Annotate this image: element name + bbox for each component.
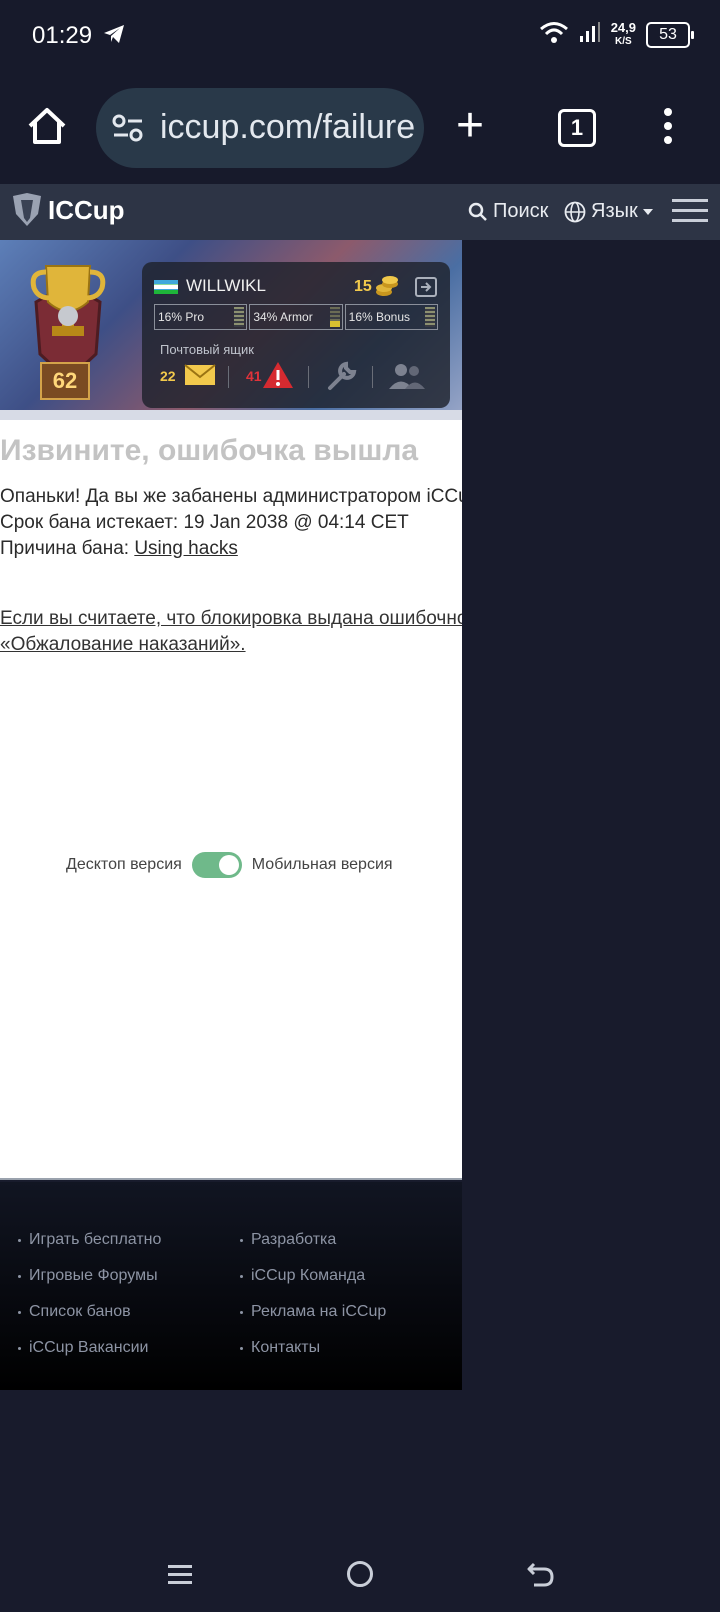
url-bar[interactable]: iccup.com/failure	[96, 88, 424, 168]
logo-text: ICCup	[48, 194, 125, 225]
warning-icon[interactable]	[262, 360, 294, 395]
stat-bonus-bar	[424, 307, 435, 327]
speed-value: 24,9	[610, 19, 636, 35]
home-icon[interactable]	[26, 106, 68, 151]
footer-link-label[interactable]: Играть бесплатно	[29, 1231, 161, 1249]
wrench-icon[interactable]	[326, 360, 358, 397]
version-switch: Десктоп версия Мобильная версия	[66, 852, 393, 878]
profile-banner: 62 WILLWIKL 15 16% Pro 34% Armor 16% Bon…	[0, 240, 462, 420]
divider	[228, 366, 229, 388]
footer-link[interactable]: Контакты	[240, 1330, 386, 1366]
browser-toolbar: iccup.com/failure + 1	[0, 72, 720, 184]
signal-icon	[579, 21, 601, 48]
user-panel: WILLWIKL 15 16% Pro 34% Armor 16% Bonus …	[142, 262, 450, 408]
overflow-menu-icon[interactable]	[662, 106, 674, 151]
uzbekistan-flag-icon	[154, 280, 178, 294]
footer-column-1: Играть бесплатно Игровые Форумы Список б…	[18, 1222, 161, 1366]
stat-armor-label: 34% Armor	[253, 310, 313, 324]
site-footer: Играть бесплатно Игровые Форумы Список б…	[0, 1182, 462, 1390]
stat-pro-label: 16% Pro	[158, 310, 205, 324]
page-content: 62 WILLWIKL 15 16% Pro 34% Armor 16% Bon…	[0, 240, 462, 1180]
footer-link[interactable]: iCCup Вакансии	[18, 1330, 161, 1366]
iccup-emblem-icon	[13, 193, 41, 226]
footer-link-label[interactable]: iCCup Вакансии	[29, 1339, 148, 1357]
url-text[interactable]: iccup.com/failure	[160, 108, 415, 147]
mail-count[interactable]: 22	[160, 368, 176, 384]
speed-unit: K/S	[615, 35, 632, 47]
footer-link[interactable]: Играть бесплатно	[18, 1222, 161, 1258]
site-logo[interactable]: ICCup	[10, 192, 125, 228]
divider	[308, 366, 309, 388]
search-link[interactable]: Поиск	[468, 200, 548, 223]
version-toggle[interactable]	[191, 852, 242, 878]
ban-reason-label: Причина бана:	[0, 538, 130, 559]
appeal-link[interactable]: Если вы считаете, что блокировка выдана …	[0, 606, 462, 658]
back-icon[interactable]	[526, 1560, 554, 1593]
logout-icon[interactable]	[414, 276, 438, 303]
language-selector[interactable]: Язык	[564, 200, 653, 223]
site-settings-icon[interactable]	[112, 114, 144, 147]
stat-armor: 34% Armor	[249, 304, 343, 330]
mailbox-label: Почтовый ящик	[160, 342, 254, 357]
search-icon	[468, 202, 487, 221]
friends-icon[interactable]	[388, 362, 426, 395]
search-label: Поиск	[493, 200, 549, 222]
recent-apps-icon[interactable]	[166, 1560, 194, 1593]
appeal-line-2[interactable]: «Обжалование наказаний».	[0, 634, 246, 655]
stats-row: 16% Pro 34% Armor 16% Bonus	[154, 304, 438, 330]
footer-link-label[interactable]: Контакты	[251, 1339, 320, 1357]
ban-reason-link[interactable]: Using hacks	[134, 538, 238, 559]
new-tab-icon[interactable]: +	[456, 102, 484, 150]
clock: 01:29	[32, 22, 93, 49]
ban-message: Опаньки! Да вы же забанены администратор…	[0, 486, 462, 507]
warnings-count[interactable]: 41	[246, 368, 262, 384]
stat-pro: 16% Pro	[154, 304, 248, 330]
coin-count: 15	[354, 278, 372, 295]
stat-pro-bar	[234, 307, 245, 327]
footer-link-label[interactable]: Разработка	[251, 1231, 336, 1249]
footer-link[interactable]: iCCup Команда	[240, 1258, 386, 1294]
envelope-icon[interactable]	[184, 364, 216, 391]
site-header: ICCup Поиск Язык	[0, 184, 720, 240]
stat-bonus-label: 16% Bonus	[348, 310, 411, 324]
home-nav-icon[interactable]	[346, 1560, 374, 1593]
appeal-line-1[interactable]: Если вы считаете, что блокировка выдана …	[0, 608, 462, 629]
footer-link-label[interactable]: iCCup Команда	[251, 1267, 365, 1285]
content-divider	[0, 1178, 462, 1180]
ban-reason-row: Причина бана: Using hacks	[0, 538, 238, 560]
footer-link[interactable]: Игровые Форумы	[18, 1258, 161, 1294]
footer-link[interactable]: Реклама на iCCup	[240, 1294, 386, 1330]
footer-link-label[interactable]: Реклама на iCCup	[251, 1303, 386, 1321]
coins-icon	[374, 274, 400, 303]
telegram-icon	[103, 24, 125, 49]
error-title: Извините, ошибочка вышла	[0, 434, 419, 467]
level-badge: 62	[40, 362, 90, 400]
network-speed: 24,9 K/S	[610, 19, 636, 48]
globe-icon	[564, 201, 586, 222]
status-bar: 01:29 24,9 K/S 53	[0, 0, 720, 72]
footer-link[interactable]: Разработка	[240, 1222, 386, 1258]
stat-armor-bar	[329, 307, 340, 327]
footer-link-label[interactable]: Список банов	[29, 1303, 131, 1321]
footer-link[interactable]: Список банов	[18, 1294, 161, 1330]
desktop-version-label[interactable]: Десктоп версия	[66, 856, 182, 874]
footer-column-2: Разработка iCCup Команда Реклама на iCCu…	[240, 1222, 386, 1366]
language-label: Язык	[591, 200, 638, 222]
wifi-icon	[539, 20, 569, 49]
divider	[372, 366, 373, 388]
hamburger-menu-icon[interactable]	[672, 198, 708, 229]
stat-bonus: 16% Bonus	[344, 304, 438, 330]
username[interactable]: WILLWIKL	[186, 276, 266, 296]
mobile-version-label[interactable]: Мобильная версия	[252, 856, 393, 874]
tab-switcher-button[interactable]: 1	[558, 109, 596, 147]
caret-down-icon	[642, 208, 653, 215]
footer-link-label[interactable]: Игровые Форумы	[29, 1267, 158, 1285]
ban-expiry: Срок бана истекает: 19 Jan 2038 @ 04:14 …	[0, 512, 409, 533]
battery-indicator: 53	[646, 21, 694, 48]
system-nav-bar	[0, 1540, 720, 1612]
